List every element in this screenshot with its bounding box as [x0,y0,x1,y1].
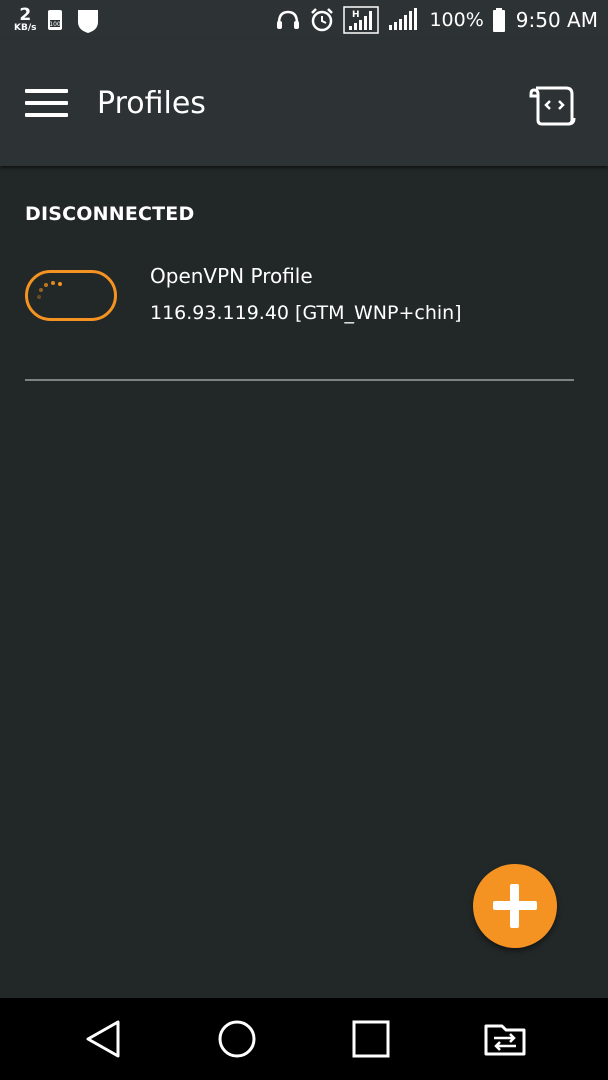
svg-text:100: 100 [50,21,62,28]
page-title: Profiles [97,86,206,121]
switch-sim-icon[interactable] [482,1016,528,1062]
recents-icon[interactable] [348,1016,394,1062]
clock: 9:50 AM [515,8,598,32]
status-bar: 2 KB/s 100 H 100% 9:50 AM [0,0,608,40]
data-saver-icon: 100 [44,8,66,32]
signal-icon [387,7,421,33]
battery-icon [492,7,506,33]
status-bar-right: H 100% 9:50 AM [275,6,598,34]
home-icon[interactable] [214,1016,260,1062]
app-bar: Profiles [0,40,608,166]
svg-text:H: H [352,10,360,20]
connection-toggle[interactable] [25,270,117,321]
import-script-icon[interactable] [528,84,578,128]
alarm-icon [309,7,335,33]
profile-list-item[interactable]: OpenVPN Profile 116.93.119.40 [GTM_WNP+c… [0,248,608,348]
signal-h-icon: H [343,6,380,34]
status-bar-left: 2 KB/s 100 [14,6,102,34]
list-divider [25,379,574,381]
network-speed-value: 2 [19,5,32,25]
profile-name: OpenVPN Profile [150,264,313,288]
network-speed: 2 KB/s [14,7,36,33]
back-icon[interactable] [80,1016,126,1062]
network-speed-unit: KB/s [14,23,37,33]
navigation-bar [0,998,608,1080]
loading-indicator-icon [37,295,41,299]
shield-icon [74,6,102,34]
battery-percent: 100% [429,9,484,31]
profile-server-detail: 116.93.119.40 [GTM_WNP+chin] [150,302,462,324]
hamburger-menu-icon[interactable] [22,86,70,122]
add-profile-button[interactable] [473,864,557,948]
status-section-header: DISCONNECTED [25,203,195,225]
headset-icon [275,8,301,32]
